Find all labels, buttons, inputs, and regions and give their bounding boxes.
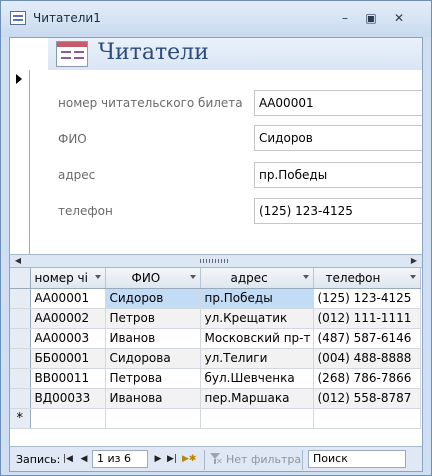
row-selector[interactable] (10, 328, 31, 349)
cell-fio[interactable]: Петрова (105, 368, 201, 389)
cell-ticket[interactable]: ВД00033 (30, 388, 106, 409)
cell-phone[interactable]: (125) 123-4125 (313, 288, 421, 309)
form-header: Читатели (10, 38, 422, 70)
window-title: Читатели1 (33, 11, 101, 25)
table-row[interactable]: ВВ00011 Петрова бул.Шевченка (268) 786-7… (10, 368, 421, 389)
datasheet-header-row: номер чі ФИО адрес телефон (10, 268, 421, 289)
filter-cross-icon: ✕ (216, 457, 223, 466)
cell-ticket[interactable]: ВВ00011 (30, 368, 106, 389)
datasheet: номер чі ФИО адрес телефон АА00001 Сидор… (10, 268, 422, 446)
scroll-right-icon[interactable]: ▶ (408, 256, 420, 266)
splitter-grip[interactable] (200, 259, 230, 263)
ticket-number-field[interactable]: АА00001 (254, 90, 422, 116)
close-button[interactable]: ✕ (390, 10, 408, 26)
column-dropdown-icon[interactable] (302, 275, 309, 279)
column-header-ticket[interactable]: номер чі (30, 268, 106, 289)
row-selector[interactable] (10, 348, 31, 369)
title-bar: Читатели1 – ▣ ✕ (1, 1, 431, 37)
search-input[interactable]: Поиск (308, 450, 406, 468)
cell-address[interactable]: ул.Телиги (200, 348, 314, 369)
cell-fio[interactable]: Сидоров (105, 288, 201, 309)
first-record-icon[interactable]: |◀ (62, 452, 74, 466)
table-row[interactable]: ББ00001 Сидорова ул.Телиги (004) 488-888… (10, 348, 421, 369)
previous-record-icon[interactable]: ◀ (78, 452, 90, 466)
cell-fio[interactable]: Иванова (105, 388, 201, 409)
split-form-splitter[interactable]: ◀ ▶ (10, 254, 422, 268)
cell-phone[interactable]: (487) 587-6146 (313, 328, 421, 349)
cell-phone[interactable]: (012) 111-1111 (313, 308, 421, 329)
select-all-corner[interactable] (10, 268, 31, 289)
address-label: адрес (58, 168, 96, 182)
new-record-row[interactable]: * (10, 408, 421, 429)
cell-ticket[interactable]: АА00003 (30, 328, 106, 349)
form-window: Читатели1 – ▣ ✕ Читатели номер читательс… (0, 0, 432, 476)
cell-phone[interactable]: (004) 488-8888 (313, 348, 421, 369)
cell-ticket[interactable]: ББ00001 (30, 348, 106, 369)
cell-phone[interactable]: (012) 558-8787 (313, 388, 421, 409)
table-row[interactable]: АА00002 Петров ул.Крещатик (012) 111-111… (10, 308, 421, 329)
record-selector[interactable] (10, 70, 30, 254)
address-field[interactable]: пр.Победы (254, 162, 422, 188)
next-record-icon[interactable]: ▶ (152, 452, 164, 466)
form-title: Читатели (98, 40, 209, 65)
record-label: Запись: (16, 453, 61, 466)
form-logo-icon (56, 41, 88, 67)
row-selector[interactable] (10, 288, 31, 309)
last-record-icon[interactable]: ▶| (166, 452, 178, 466)
ticket-number-label: номер читательского билета (58, 96, 243, 110)
column-dropdown-icon[interactable] (189, 275, 196, 279)
cell-fio[interactable]: Иванов (105, 328, 201, 349)
form-app-icon[interactable] (10, 11, 26, 25)
column-header-address[interactable]: адрес (200, 268, 314, 289)
fio-field[interactable]: Сидоров (254, 125, 422, 151)
phone-label: телефон (58, 204, 113, 218)
cell-address[interactable]: пр.Победы (200, 288, 314, 309)
record-navigation-bar: Запись: |◀ ◀ 1 из 6 ▶ ▶| ▶✱ ✕ Нет фильтр… (10, 446, 422, 471)
new-record-icon[interactable]: * (10, 408, 31, 429)
cell-ticket[interactable]: АА00001 (30, 288, 106, 309)
row-selector[interactable] (10, 308, 31, 329)
table-row[interactable]: АА00001 Сидоров пр.Победы (125) 123-4125 (10, 288, 421, 309)
restore-button[interactable]: ▣ (362, 10, 380, 26)
table-row[interactable]: ВД00033 Иванова пер.Маршака (012) 558-87… (10, 388, 421, 409)
column-header-fio[interactable]: ФИО (105, 268, 201, 289)
row-selector[interactable] (10, 388, 31, 409)
current-record-arrow-icon (16, 74, 22, 84)
fio-label: ФИО (58, 132, 87, 146)
form-client-area: Читатели номер читательского билета АА00… (9, 37, 423, 472)
cell-address[interactable]: ул.Крещатик (200, 308, 314, 329)
no-filter-button[interactable]: Нет фильтра (226, 453, 301, 466)
cell-address[interactable]: пер.Маршака (200, 388, 314, 409)
new-record-nav-icon[interactable]: ▶✱ (182, 452, 196, 466)
cell-phone[interactable]: (268) 786-7866 (313, 368, 421, 389)
table-row[interactable]: АА00003 Иванов Московский пр-т (487) 587… (10, 328, 421, 349)
cell-fio[interactable]: Сидорова (105, 348, 201, 369)
scroll-left-icon[interactable]: ◀ (12, 256, 24, 266)
row-selector[interactable] (10, 368, 31, 389)
column-dropdown-icon[interactable] (94, 275, 101, 279)
cell-fio[interactable]: Петров (105, 308, 201, 329)
column-dropdown-icon[interactable] (409, 275, 416, 279)
cell-ticket[interactable]: АА00002 (30, 308, 106, 329)
column-header-phone[interactable]: телефон (313, 268, 421, 289)
form-detail: номер читательского билета АА00001 ФИО С… (10, 70, 422, 254)
record-position-field[interactable]: 1 из 6 (92, 450, 148, 468)
cell-address[interactable]: бул.Шевченка (200, 368, 314, 389)
phone-field[interactable]: (125) 123-4125 (254, 198, 422, 224)
cell-address[interactable]: Московский пр-т (200, 328, 314, 349)
minimize-button[interactable]: – (336, 10, 354, 26)
